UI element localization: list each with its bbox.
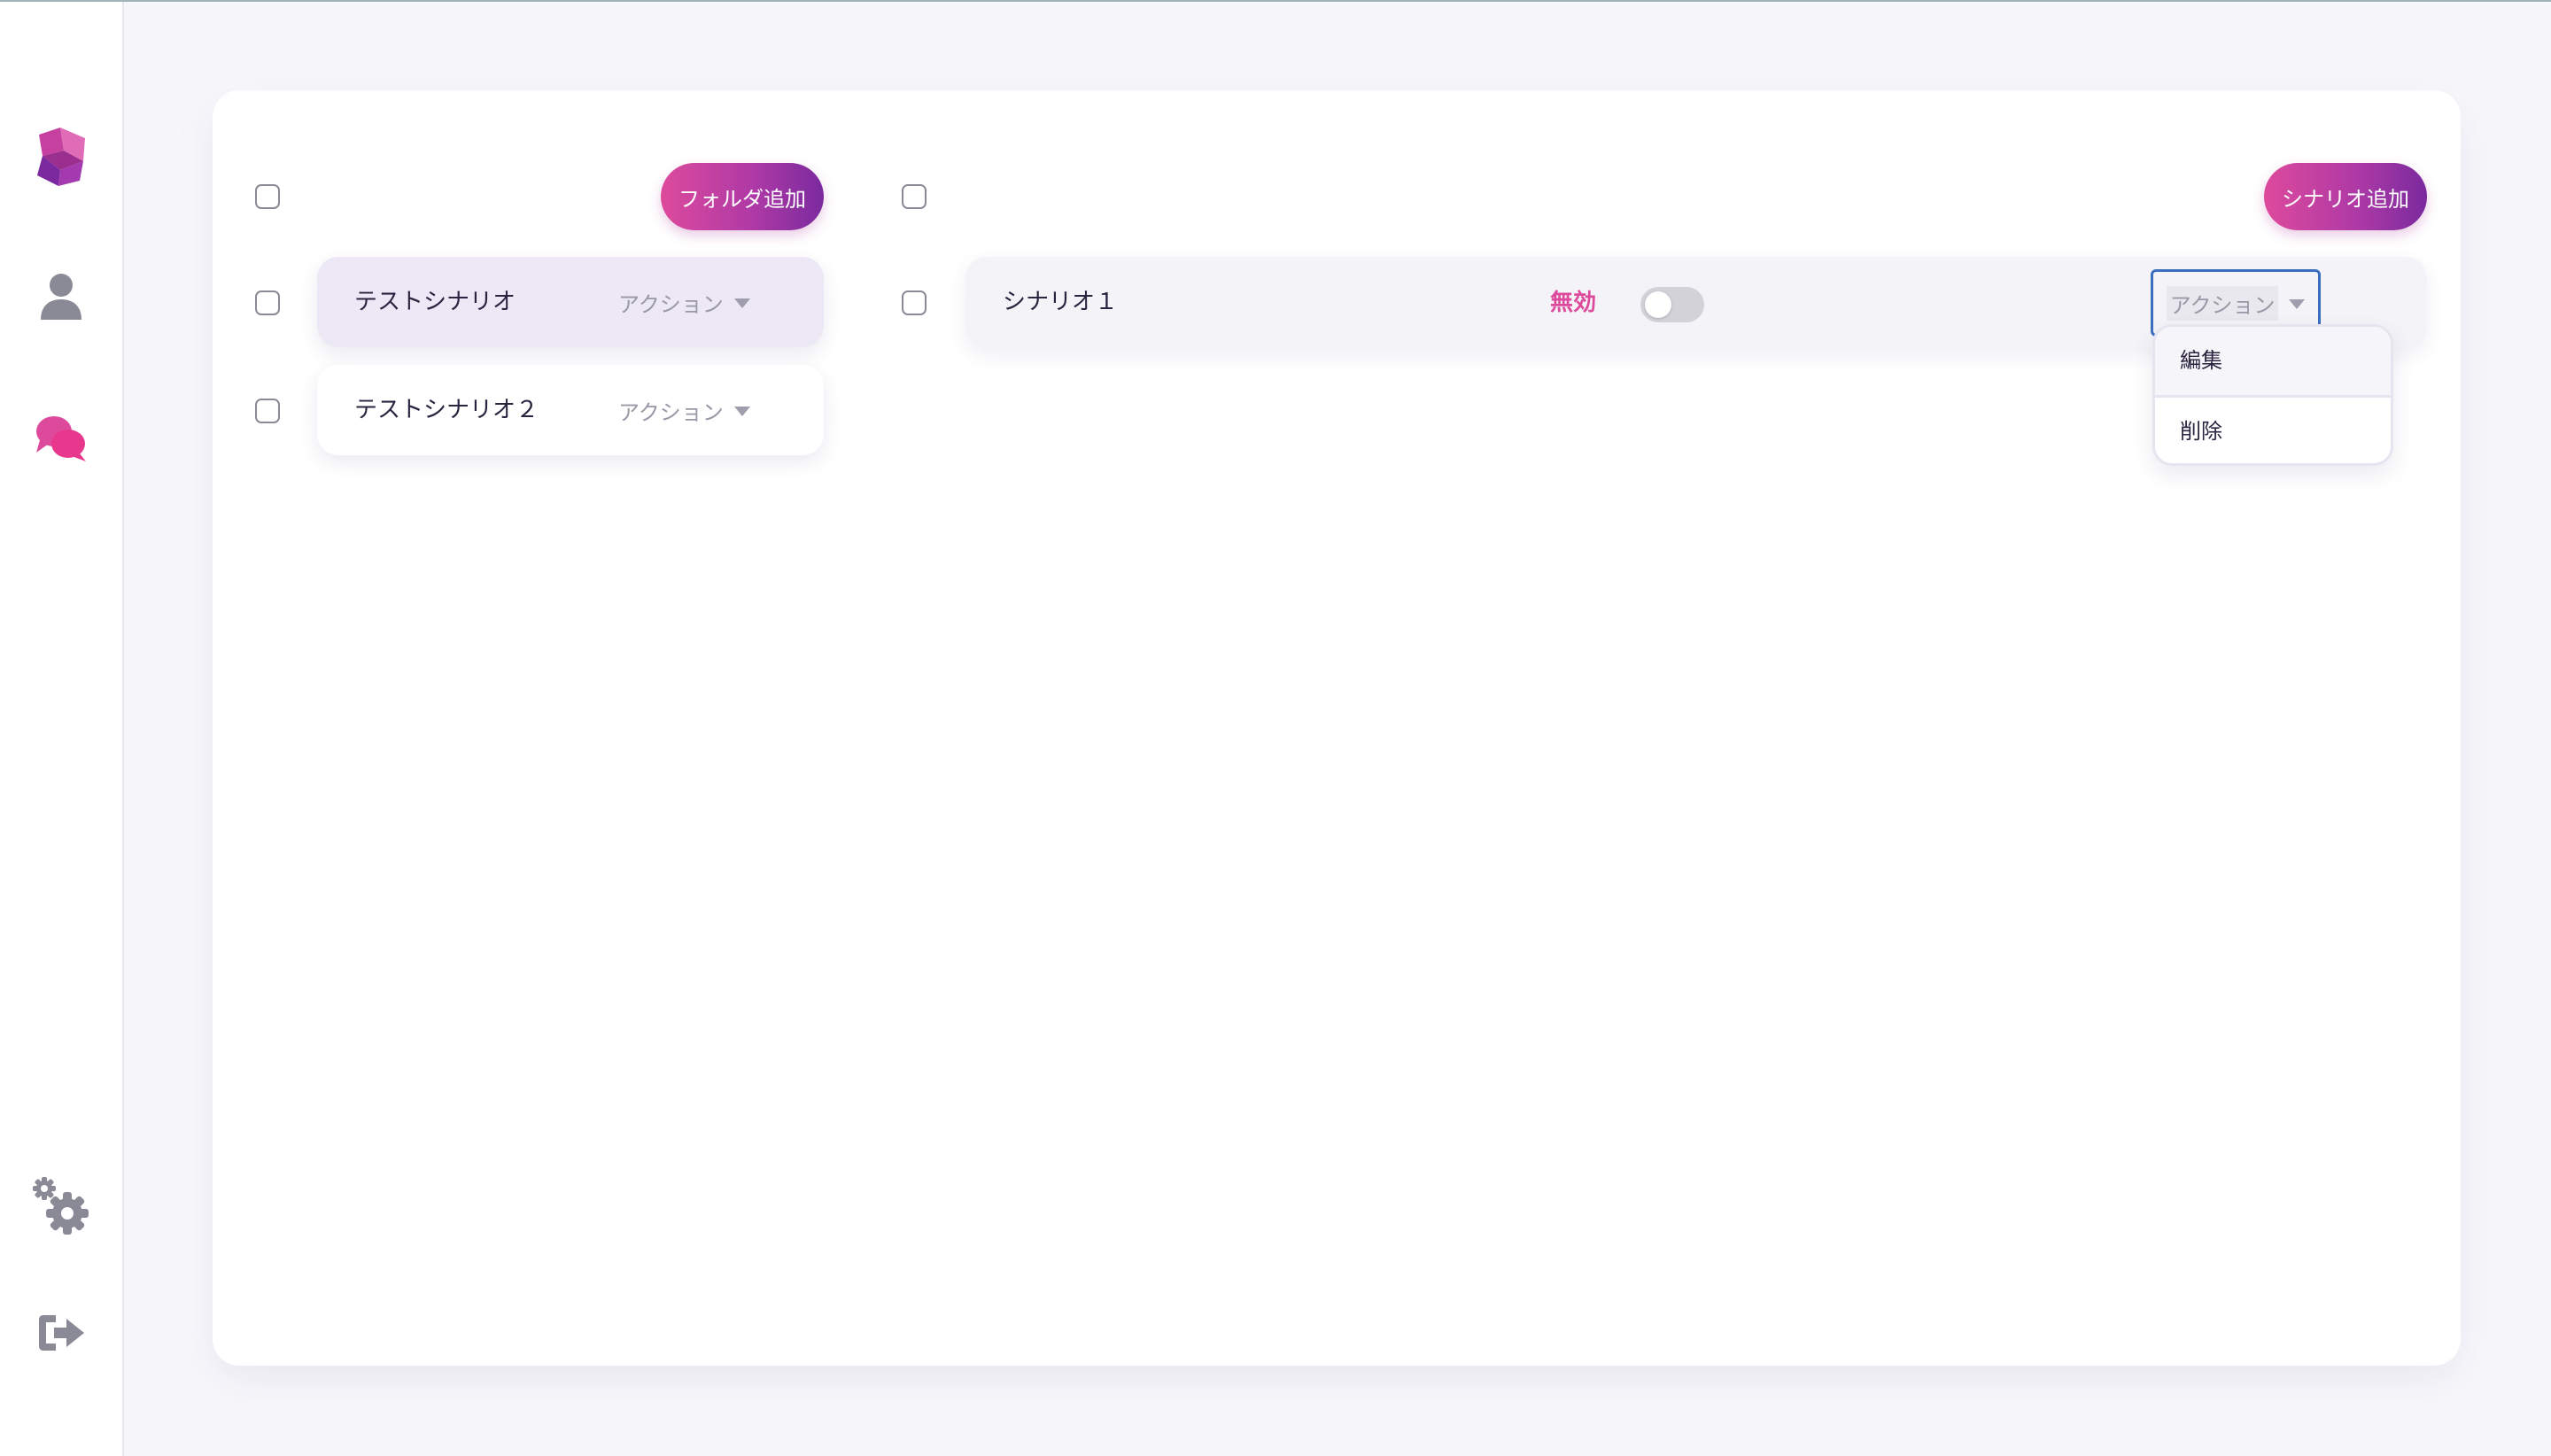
caret-down-icon bbox=[2289, 298, 2306, 309]
menu-item-delete[interactable]: 削除 bbox=[2155, 398, 2391, 463]
folder-item[interactable]: テストシナリオ２ アクション bbox=[317, 365, 824, 455]
folder-checkbox[interactable] bbox=[255, 290, 280, 315]
enable-toggle[interactable] bbox=[1640, 287, 1704, 322]
gears-icon[interactable] bbox=[32, 1176, 90, 1235]
add-scenario-button[interactable]: シナリオ追加 bbox=[2264, 163, 2427, 230]
select-all-scenarios-checkbox[interactable] bbox=[902, 184, 927, 209]
status-label: 無効 bbox=[1550, 290, 1597, 316]
folder-name: テストシナリオ２ bbox=[354, 397, 539, 423]
folder-checkbox[interactable] bbox=[255, 399, 280, 423]
caret-down-icon bbox=[733, 298, 750, 308]
folder-name: テストシナリオ bbox=[354, 289, 516, 315]
folder-action-dropdown[interactable]: アクション bbox=[618, 257, 750, 347]
select-all-folders-checkbox[interactable] bbox=[255, 184, 280, 209]
folder-item[interactable]: テストシナリオ アクション bbox=[317, 257, 824, 347]
logout-icon[interactable] bbox=[32, 1304, 90, 1362]
app-logo-icon[interactable] bbox=[32, 128, 90, 186]
action-menu: 編集 削除 bbox=[2152, 324, 2393, 466]
toggle-knob bbox=[1645, 291, 1671, 318]
window-top-border bbox=[0, 0, 2551, 2]
action-label: アクション bbox=[2166, 285, 2279, 321]
action-label: アクション bbox=[618, 291, 724, 317]
menu-item-edit[interactable]: 編集 bbox=[2155, 327, 2391, 398]
folder-action-dropdown[interactable]: アクション bbox=[618, 365, 750, 455]
scenario-checkbox[interactable] bbox=[902, 290, 927, 315]
chat-bubbles-icon[interactable] bbox=[32, 409, 90, 468]
scenario-name: シナリオ１ bbox=[1003, 289, 1119, 315]
sidebar bbox=[0, 2, 124, 1456]
action-label: アクション bbox=[618, 399, 724, 425]
add-folder-button[interactable]: フォルダ追加 bbox=[661, 163, 824, 230]
main-card: フォルダ追加 テストシナリオ アクション テストシナリオ２ アクション シナリオ… bbox=[213, 90, 2461, 1366]
caret-down-icon bbox=[733, 406, 750, 416]
user-icon[interactable] bbox=[32, 267, 90, 326]
